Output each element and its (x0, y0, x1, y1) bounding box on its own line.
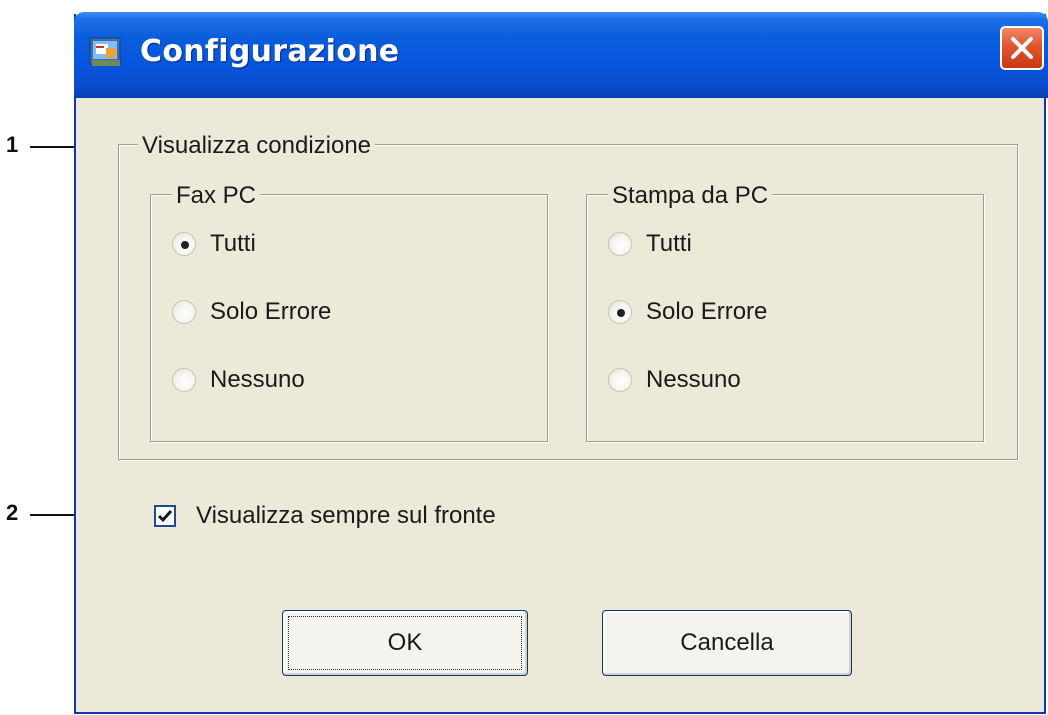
close-icon (1011, 37, 1033, 59)
print-pc-label-error-only: Solo Errore (646, 298, 768, 325)
page: 1 2 Configurazione Visualizza condizione… (0, 0, 1048, 715)
print-pc-radio-none[interactable] (608, 368, 632, 392)
focus-ring (288, 616, 522, 670)
print-pc-option-all[interactable]: Tutti (608, 228, 692, 260)
print-pc-legend: Stampa da PC (608, 182, 773, 210)
fax-pc-label-none: Nessuno (210, 366, 305, 393)
fax-pc-legend: Fax PC (172, 182, 261, 210)
display-condition-legend: Visualizza condizione (138, 132, 376, 160)
fax-pc-option-all[interactable]: Tutti (172, 228, 256, 260)
print-pc-option-none[interactable]: Nessuno (608, 364, 741, 396)
always-on-top-label: Visualizza sempre sul fronte (196, 502, 496, 529)
fax-pc-radio-all[interactable] (172, 232, 196, 256)
configuration-dialog: Configurazione Visualizza condizione Fax… (74, 12, 1048, 714)
cancel-button-label: Cancella (680, 629, 774, 656)
fax-pc-option-error-only[interactable]: Solo Errore (172, 296, 331, 328)
checkmark-icon (157, 510, 173, 523)
title-bar[interactable]: Configurazione (74, 12, 1048, 98)
callout-1-number: 1 (6, 132, 19, 157)
print-pc-option-error-only[interactable]: Solo Errore (608, 296, 767, 328)
callout-2-number: 2 (6, 500, 19, 525)
print-pc-radio-all[interactable] (608, 232, 632, 256)
fax-pc-radio-none[interactable] (172, 368, 196, 392)
always-on-top-option[interactable]: Visualizza sempre sul fronte (154, 500, 496, 532)
cancel-button[interactable]: Cancella (602, 610, 852, 676)
fax-pc-label-error-only: Solo Errore (210, 298, 332, 325)
print-pc-radio-error-only[interactable] (608, 300, 632, 324)
fax-pc-option-none[interactable]: Nessuno (172, 364, 305, 396)
print-pc-label-none: Nessuno (646, 366, 741, 393)
always-on-top-checkbox[interactable] (154, 505, 176, 527)
ok-button[interactable]: OK (282, 610, 528, 676)
close-button[interactable] (1000, 26, 1044, 70)
fax-pc-label-all: Tutti (210, 230, 256, 257)
window-title: Configurazione (140, 34, 400, 69)
fax-pc-radio-error-only[interactable] (172, 300, 196, 324)
print-pc-label-all: Tutti (646, 230, 692, 257)
printer-monitor-icon (89, 37, 121, 66)
